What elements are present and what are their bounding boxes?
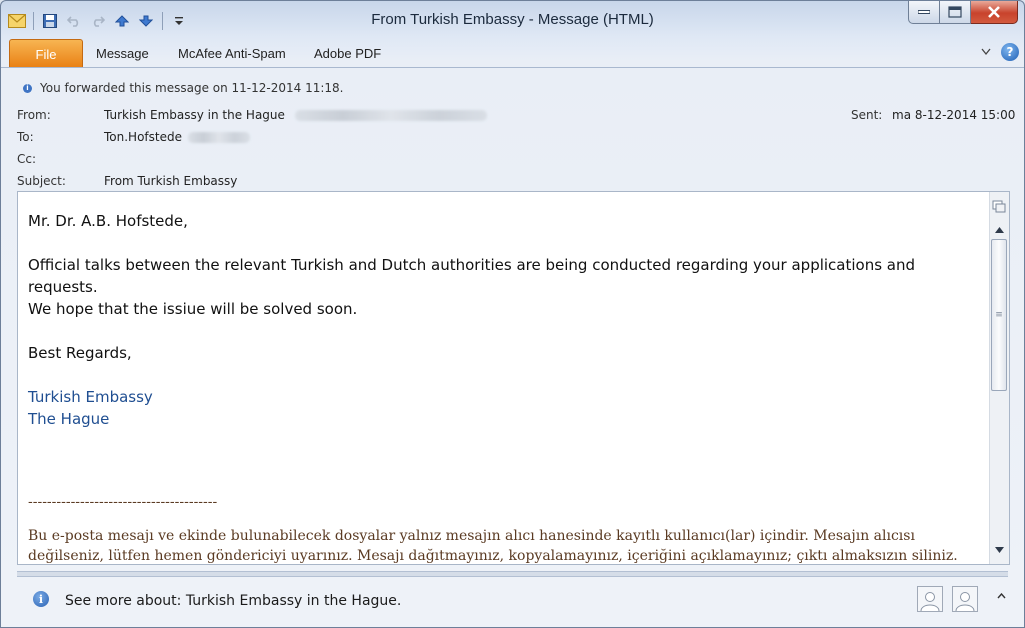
maximize-icon xyxy=(948,6,962,18)
redacted-recipient-address xyxy=(187,132,250,143)
info-bar[interactable]: i You forwarded this message on 11-12-20… xyxy=(23,81,344,95)
redacted-email-address xyxy=(294,110,487,121)
from-value[interactable]: Turkish Embassy in the Hague xyxy=(104,108,487,122)
disclaimer-line-1: Bu e-posta mesajı ve ekinde bulunabilece… xyxy=(28,528,915,544)
people-info-icon: i xyxy=(33,591,49,607)
window-title-suffix: Message (HTML) xyxy=(537,11,654,28)
scroll-up-icon xyxy=(995,226,1004,233)
minimize-icon xyxy=(918,10,930,14)
help-icon[interactable]: ? xyxy=(1001,43,1019,61)
contact-avatar-recipient[interactable] xyxy=(952,586,978,612)
cc-label: Cc: xyxy=(17,152,37,166)
window-controls xyxy=(908,1,1018,24)
message-text: Mr. Dr. A.B. Hofstede, Official talks be… xyxy=(28,210,983,430)
close-button[interactable] xyxy=(971,1,1018,24)
scroll-down-icon xyxy=(995,546,1004,553)
disclaimer-separator: ---------------------------------------- xyxy=(28,494,218,510)
vertical-scrollbar[interactable]: ≡ xyxy=(989,192,1009,564)
subject-label: Subject: xyxy=(17,174,66,188)
info-icon: i xyxy=(23,83,32,93)
to-value[interactable]: Ton.Hofstede xyxy=(104,130,250,144)
people-pane: i See more about: Turkish Embassy in the… xyxy=(1,579,1024,627)
forwarded-info-text: You forwarded this message on 11-12-2014… xyxy=(40,81,344,95)
contact-avatar-sender[interactable] xyxy=(917,586,943,612)
tab-adobe-pdf[interactable]: Adobe PDF xyxy=(314,46,381,61)
sent-label: Sent: xyxy=(851,108,883,122)
outlook-message-window: From Turkish Embassy - Message (HTML) Fi… xyxy=(0,0,1025,628)
window-title: From Turkish Embassy - Message (HTML) xyxy=(1,11,1024,28)
person-icon xyxy=(955,592,975,611)
sent-value: ma 8-12-2014 15:00 xyxy=(892,108,1016,122)
to-label: To: xyxy=(17,130,34,144)
disclaimer-text: Bu e-posta mesajı ve ekinde bulunabilece… xyxy=(28,526,988,564)
body-paragraph-line-2: We hope that the issiue will be solved s… xyxy=(28,300,358,318)
people-pane-expand-button[interactable] xyxy=(997,591,1006,602)
scroll-down-button[interactable] xyxy=(991,541,1008,558)
tab-mcafee-anti-spam[interactable]: McAfee Anti-Spam xyxy=(178,46,286,61)
title-bar: From Turkish Embassy - Message (HTML) xyxy=(1,1,1024,39)
person-icon xyxy=(920,592,940,611)
body-paragraph-line-1: Official talks between the relevant Turk… xyxy=(28,256,916,296)
greeting: Mr. Dr. A.B. Hofstede, xyxy=(28,212,188,230)
closing: Best Regards, xyxy=(28,344,132,362)
maximize-button[interactable] xyxy=(940,1,971,24)
window-title-subject: From Turkish Embassy xyxy=(371,11,525,28)
ribbon-right-controls: ? xyxy=(981,43,1019,61)
signature-line-1: Turkish Embassy xyxy=(28,388,153,406)
disclaimer-line-2: değilseniz, lütfen hemen göndericiyi uya… xyxy=(28,548,958,564)
close-icon xyxy=(988,6,1000,18)
from-label: From: xyxy=(17,108,51,122)
people-pane-text[interactable]: See more about: Turkish Embassy in the H… xyxy=(65,593,401,609)
message-body[interactable]: Mr. Dr. A.B. Hofstede, Official talks be… xyxy=(17,191,1010,565)
expand-ribbon-icon[interactable] xyxy=(981,48,991,56)
minimize-button[interactable] xyxy=(908,1,940,24)
translate-view-icon[interactable] xyxy=(991,194,1007,218)
tab-message[interactable]: Message xyxy=(96,46,149,61)
window-title-separator: - xyxy=(528,11,538,28)
message-header: i You forwarded this message on 11-12-20… xyxy=(1,68,1024,190)
subject-value: From Turkish Embassy xyxy=(104,174,238,188)
ribbon-tabs: File Message McAfee Anti-Spam Adobe PDF … xyxy=(9,39,1023,68)
scroll-up-button[interactable] xyxy=(991,221,1008,238)
tab-file[interactable]: File xyxy=(9,39,83,68)
chevron-up-icon xyxy=(997,592,1006,599)
signature-line-2: The Hague xyxy=(28,410,110,428)
from-name: Turkish Embassy in the Hague xyxy=(104,108,285,122)
scrollbar-thumb[interactable]: ≡ xyxy=(991,239,1007,391)
to-name: Ton.Hofstede xyxy=(104,130,182,144)
people-pane-splitter[interactable] xyxy=(17,571,1008,577)
